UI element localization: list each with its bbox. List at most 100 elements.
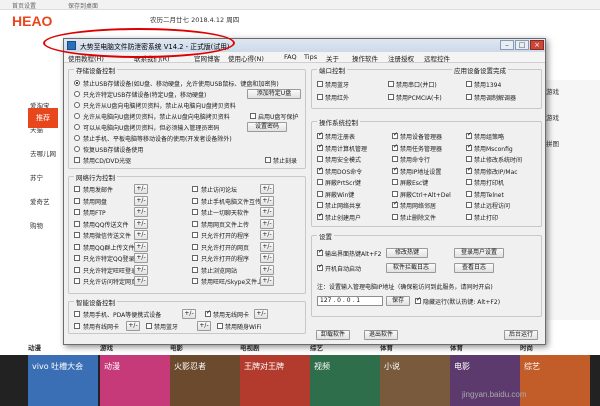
os-item-checkbox[interactable] bbox=[392, 190, 398, 197]
usb-readonly-checkbox[interactable] bbox=[250, 113, 256, 119]
os-item-checkbox[interactable] bbox=[317, 190, 323, 197]
network-right-edit-button[interactable]: +/- bbox=[260, 241, 274, 252]
network-right-checkbox[interactable] bbox=[192, 186, 198, 192]
menu-register[interactable]: 注册授权 bbox=[388, 53, 414, 63]
menu-faq[interactable]: FAQ bbox=[284, 53, 297, 61]
network-right-checkbox[interactable] bbox=[192, 243, 198, 250]
storage-option-radio[interactable] bbox=[74, 135, 80, 141]
port-item-checkbox[interactable] bbox=[466, 81, 472, 87]
add-usb-button[interactable]: 添加特定U盘 bbox=[247, 89, 301, 99]
os-item-checkbox[interactable] bbox=[317, 131, 323, 139]
os-item-checkbox[interactable] bbox=[317, 156, 323, 162]
os-item-checkbox[interactable] bbox=[317, 143, 323, 151]
smart-edit-button[interactable]: +/- bbox=[197, 321, 211, 331]
network-left-checkbox[interactable] bbox=[74, 220, 80, 227]
network-right-checkbox[interactable] bbox=[192, 255, 198, 261]
os-item-checkbox[interactable] bbox=[466, 166, 472, 174]
hidden-run-checkbox[interactable] bbox=[415, 296, 421, 304]
modify-hotkey-button[interactable]: 修改热键 bbox=[386, 248, 428, 258]
os-item-checkbox[interactable] bbox=[466, 156, 472, 162]
network-left-edit-button[interactable]: +/- bbox=[134, 253, 148, 263]
network-left-checkbox[interactable] bbox=[74, 209, 80, 215]
os-item-checkbox[interactable] bbox=[392, 143, 398, 151]
os-item-checkbox[interactable] bbox=[317, 179, 323, 185]
video-tile[interactable]: 视频 bbox=[310, 355, 380, 406]
network-right-edit-button[interactable]: +/- bbox=[260, 184, 274, 194]
video-tile[interactable]: vivo 吐槽大会 bbox=[28, 355, 98, 406]
network-right-checkbox[interactable] bbox=[192, 266, 198, 273]
disable-burn-checkbox[interactable] bbox=[265, 157, 271, 163]
site-right-item[interactable]: 拼图 bbox=[546, 138, 600, 148]
os-item-checkbox[interactable] bbox=[392, 156, 398, 162]
network-left-checkbox[interactable] bbox=[74, 243, 80, 250]
os-item-checkbox[interactable] bbox=[466, 190, 472, 197]
menu-remote[interactable]: 远程控件 bbox=[424, 53, 450, 63]
video-tile[interactable]: 综艺 bbox=[520, 355, 590, 406]
site-left-item[interactable]: 去哪儿网 bbox=[30, 148, 66, 158]
smart-item-checkbox[interactable] bbox=[74, 311, 80, 317]
site-right-item[interactable]: 游戏 bbox=[546, 86, 600, 96]
set-password-button[interactable]: 设置密码 bbox=[247, 122, 287, 132]
smart-item-checkbox[interactable] bbox=[74, 323, 80, 329]
storage-option-radio[interactable] bbox=[74, 124, 80, 130]
save-ip-button[interactable]: 保存 bbox=[386, 296, 410, 306]
network-right-edit-button[interactable]: +/- bbox=[260, 195, 274, 206]
os-item-checkbox[interactable] bbox=[317, 202, 323, 208]
port-item-checkbox[interactable] bbox=[388, 81, 394, 87]
network-left-edit-button[interactable]: +/- bbox=[134, 195, 148, 206]
intercept-log-button[interactable]: 软件拦截日志 bbox=[386, 263, 436, 273]
network-right-checkbox[interactable] bbox=[192, 278, 198, 284]
os-item-checkbox[interactable] bbox=[466, 213, 472, 220]
menu-experience[interactable]: 使用心得(N) bbox=[228, 53, 264, 63]
network-right-checkbox[interactable] bbox=[192, 232, 198, 238]
hotkey-checkbox[interactable] bbox=[317, 248, 323, 256]
smart-item-checkbox[interactable] bbox=[205, 309, 211, 317]
os-item-checkbox[interactable] bbox=[466, 131, 472, 139]
network-right-edit-button[interactable]: +/- bbox=[260, 253, 274, 263]
ip-address-input[interactable]: 127 . 0 . 0 . 1 bbox=[317, 296, 383, 306]
storage-option-radio[interactable] bbox=[74, 80, 80, 86]
network-right-edit-button[interactable]: +/- bbox=[260, 276, 274, 286]
network-left-checkbox[interactable] bbox=[74, 197, 80, 204]
network-right-edit-button[interactable]: +/- bbox=[260, 264, 274, 275]
storage-option-radio[interactable] bbox=[74, 91, 80, 97]
video-tile[interactable]: 动漫 bbox=[100, 355, 170, 406]
network-left-checkbox[interactable] bbox=[74, 232, 80, 238]
network-left-edit-button[interactable]: +/- bbox=[134, 218, 148, 229]
network-left-checkbox[interactable] bbox=[74, 255, 80, 261]
network-left-edit-button[interactable]: +/- bbox=[134, 276, 148, 286]
port-item-checkbox[interactable] bbox=[388, 94, 394, 100]
view-log-button[interactable]: 查看日志 bbox=[454, 263, 494, 273]
os-item-checkbox[interactable] bbox=[317, 212, 323, 220]
network-left-checkbox[interactable] bbox=[74, 186, 80, 192]
menu-about[interactable]: 关于 bbox=[326, 53, 339, 63]
os-item-checkbox[interactable] bbox=[392, 200, 398, 208]
os-item-checkbox[interactable] bbox=[392, 213, 398, 220]
network-left-edit-button[interactable]: +/- bbox=[134, 230, 148, 240]
smart-edit-button[interactable]: +/- bbox=[126, 321, 140, 331]
network-left-checkbox[interactable] bbox=[74, 278, 80, 284]
close-icon[interactable]: × bbox=[530, 40, 544, 50]
network-right-edit-button[interactable]: +/- bbox=[260, 207, 274, 217]
site-left-item[interactable]: 爱奇艺 bbox=[30, 196, 66, 206]
os-item-checkbox[interactable] bbox=[466, 143, 472, 151]
network-left-edit-button[interactable]: +/- bbox=[134, 241, 148, 252]
browser-save-tab[interactable]: 保存到桌面 bbox=[68, 1, 98, 10]
smart-item-checkbox[interactable] bbox=[146, 323, 152, 329]
autostart-checkbox[interactable] bbox=[317, 263, 323, 271]
network-right-checkbox[interactable] bbox=[192, 209, 198, 215]
smart-edit-button[interactable]: +/- bbox=[254, 309, 268, 319]
uninstall-button[interactable]: 卸载软件 bbox=[316, 330, 350, 340]
network-left-checkbox[interactable] bbox=[74, 266, 80, 273]
site-right-item[interactable]: 游戏 bbox=[546, 112, 600, 122]
video-tile[interactable]: 火影忍者 bbox=[170, 355, 240, 406]
storage-option-radio[interactable] bbox=[74, 113, 80, 119]
os-item-checkbox[interactable] bbox=[392, 166, 398, 174]
os-item-checkbox[interactable] bbox=[317, 166, 323, 174]
port-item-checkbox[interactable] bbox=[317, 94, 323, 100]
smart-edit-button[interactable]: +/- bbox=[182, 309, 196, 319]
port-item-checkbox[interactable] bbox=[317, 81, 323, 87]
storage-option-radio[interactable] bbox=[74, 146, 80, 152]
menu-operate[interactable]: 操作软件 bbox=[352, 53, 378, 63]
os-item-checkbox[interactable] bbox=[466, 179, 472, 185]
